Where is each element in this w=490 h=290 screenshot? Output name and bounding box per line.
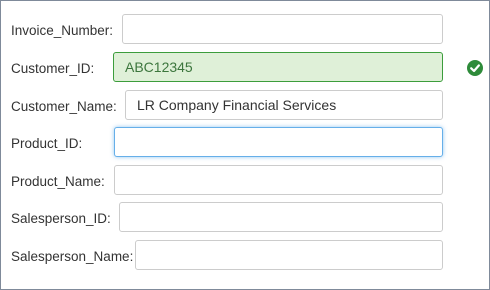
customer-id-label: Customer_ID: — [11, 61, 95, 76]
salesperson-name-label: Salesperson_Name: — [11, 249, 134, 264]
field-row-customer-name: Customer_Name: — [1, 90, 489, 130]
salesperson-id-label: Salesperson_ID: — [11, 211, 111, 226]
product-name-input[interactable] — [114, 165, 443, 195]
field-row-product-name: Product_Name: — [1, 165, 489, 205]
customer-id-input[interactable] — [113, 52, 443, 82]
invoice-number-input[interactable] — [122, 14, 443, 44]
customer-name-input[interactable] — [125, 90, 443, 120]
product-id-input[interactable] — [114, 127, 443, 157]
salesperson-id-input[interactable] — [119, 202, 443, 232]
customer-name-label: Customer_Name: — [11, 99, 117, 114]
field-row-product-id: Product_ID: — [1, 127, 489, 167]
field-row-salesperson-name: Salesperson_Name: — [1, 240, 489, 280]
field-row-customer-id: Customer_ID: — [1, 52, 489, 92]
salesperson-name-input[interactable] — [135, 240, 443, 270]
product-id-label: Product_ID: — [11, 136, 83, 151]
form-panel: Invoice_Number: Customer_ID: Customer_Na… — [0, 0, 490, 290]
field-row-invoice-number: Invoice_Number: — [1, 14, 489, 54]
check-circle-icon — [467, 60, 483, 76]
field-row-salesperson-id: Salesperson_ID: — [1, 202, 489, 242]
product-name-label: Product_Name: — [11, 174, 105, 189]
invoice-number-label: Invoice_Number: — [11, 23, 114, 38]
